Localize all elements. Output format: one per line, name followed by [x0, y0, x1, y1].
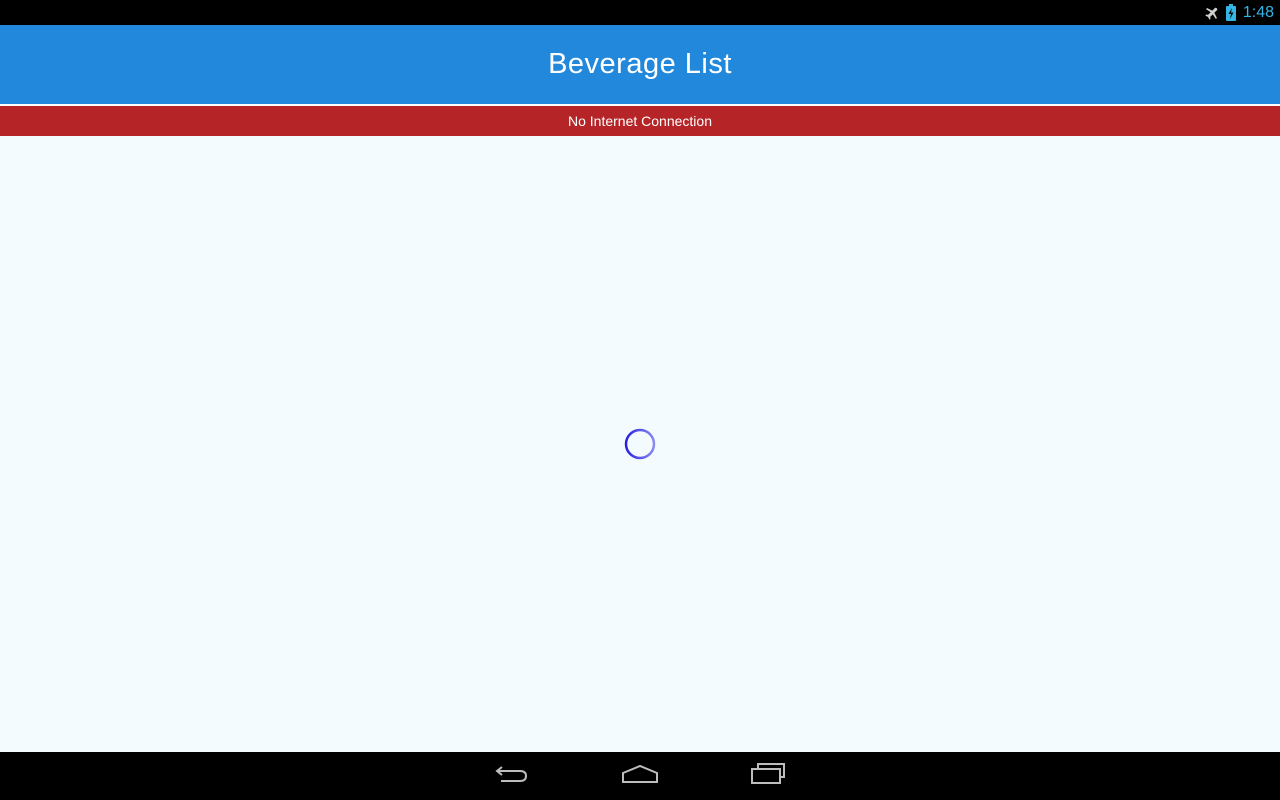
status-time: 1:48	[1242, 3, 1274, 21]
status-bar: 1:48	[0, 0, 1280, 25]
back-icon	[494, 763, 530, 789]
page-title: Beverage List	[548, 48, 732, 80]
recent-apps-icon	[750, 763, 786, 789]
battery-charging-icon	[1225, 4, 1236, 21]
navigation-bar	[0, 752, 1280, 800]
offline-banner-text: No Internet Connection	[568, 113, 712, 129]
app-screen: 1:48 Beverage List No Internet Connectio…	[0, 0, 1280, 800]
airplane-mode-icon	[1204, 5, 1220, 21]
home-icon	[621, 764, 659, 788]
loading-spinner-icon	[624, 428, 656, 460]
status-icons: 1:48	[1204, 0, 1274, 25]
content-area	[0, 136, 1280, 752]
home-button[interactable]	[600, 752, 680, 800]
offline-banner: No Internet Connection	[0, 106, 1280, 136]
recent-apps-button[interactable]	[728, 752, 808, 800]
back-button[interactable]	[472, 752, 552, 800]
app-bar: Beverage List	[0, 25, 1280, 104]
